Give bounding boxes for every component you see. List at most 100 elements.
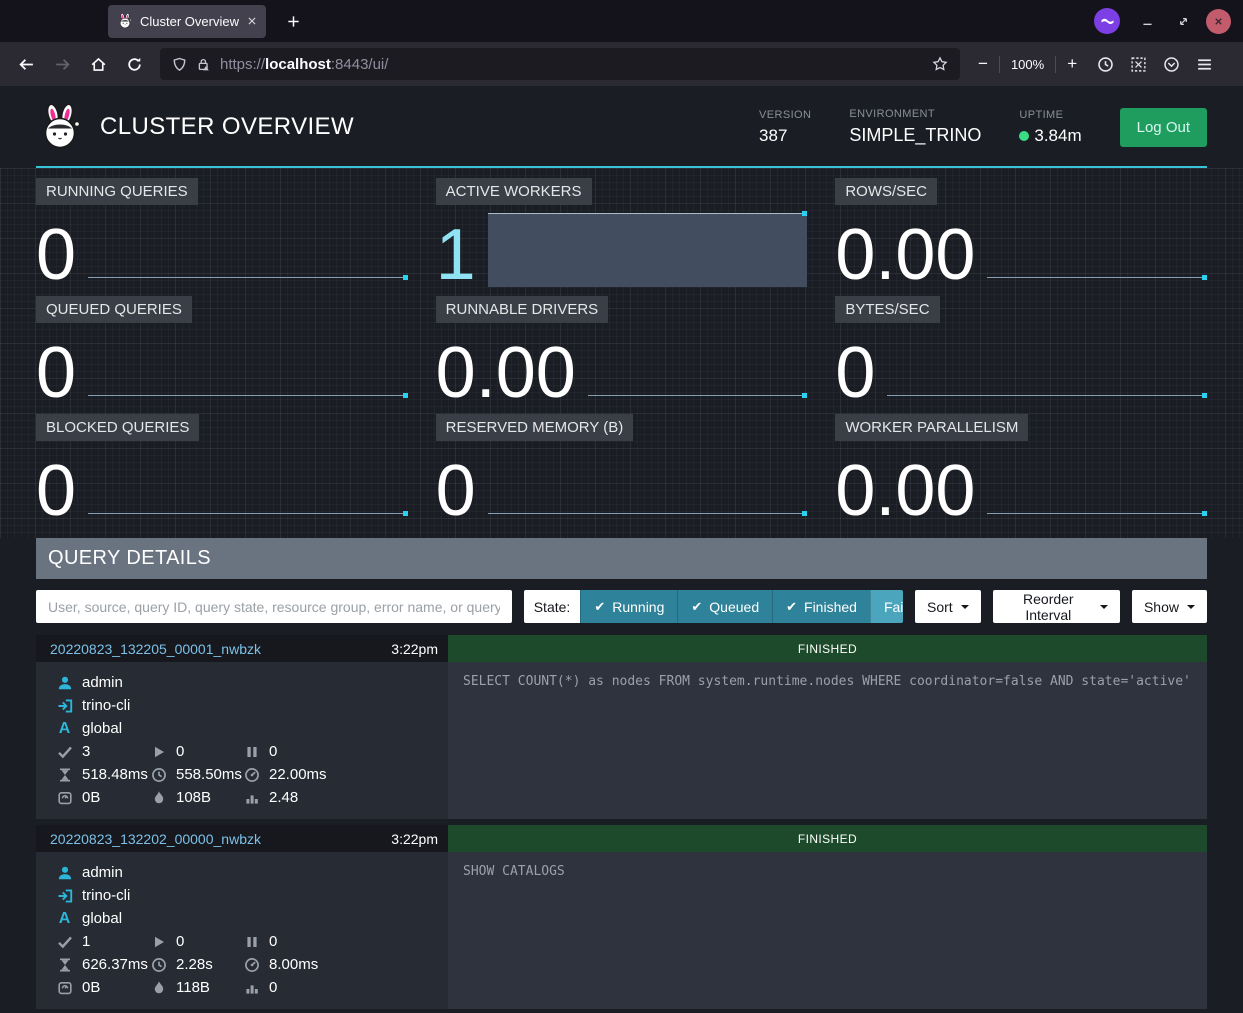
query-source: trino-cli xyxy=(82,887,130,904)
window-restore-button[interactable] xyxy=(1170,8,1196,34)
zoom-in-button[interactable]: + xyxy=(1067,54,1077,74)
cpu-time: 22.00ms xyxy=(269,766,327,783)
queued-splits: 0 xyxy=(269,743,277,760)
stat-card: ROWS/SEC 0.00 xyxy=(835,178,1207,290)
state-filter-running[interactable]: Running xyxy=(580,590,677,623)
trino-logo xyxy=(36,103,84,151)
stat-value: 0.00 xyxy=(835,460,975,523)
sparkline-line xyxy=(887,395,1203,396)
stat-sparkline xyxy=(488,447,808,523)
stat-card: WORKER PARALLELISM 0.00 xyxy=(835,414,1207,526)
cumulative-memory: 2.48 xyxy=(269,789,298,806)
bookmark-star-icon[interactable] xyxy=(932,56,948,72)
query-state-badge: FINISHED xyxy=(448,825,1207,852)
environment-label: ENVIRONMENT xyxy=(849,108,981,120)
sparkline-line xyxy=(488,513,804,514)
wall-time: 518.48ms xyxy=(82,766,148,783)
peak-memory-icon xyxy=(150,790,167,806)
stat-label: RUNNING QUERIES xyxy=(36,178,198,205)
uptime-label: UPTIME xyxy=(1019,109,1081,121)
stat-card: RUNNING QUERIES 0 xyxy=(36,178,408,290)
tab-close-icon[interactable] xyxy=(247,16,257,26)
query-time: 3:22pm xyxy=(391,641,438,657)
elapsed-time: 558.50ms xyxy=(176,766,242,783)
screenshot-icon[interactable] xyxy=(1130,56,1147,73)
show-dropdown[interactable]: Show xyxy=(1132,590,1207,623)
stat-card: QUEUED QUERIES 0 xyxy=(36,296,408,408)
query-sql-text[interactable]: SHOW CATALOGS xyxy=(448,852,1207,1009)
cumulative-memory: 0 xyxy=(269,979,277,996)
url-text[interactable]: https://localhost:8443/ui/ xyxy=(220,56,388,73)
query-id-link[interactable]: 20220823_132205_00001_nwbzk xyxy=(50,641,261,657)
caret-down-icon xyxy=(1187,605,1195,609)
elapsed-time: 2.28s xyxy=(176,956,213,973)
stat-value: 0 xyxy=(36,460,76,523)
zoom-out-button[interactable]: − xyxy=(978,54,988,74)
sparkline-endpoint-dot xyxy=(802,393,807,398)
window-close-button[interactable] xyxy=(1206,9,1231,34)
stat-label: RESERVED MEMORY (B) xyxy=(436,414,634,441)
pocket-icon[interactable] xyxy=(1163,56,1180,73)
sort-dropdown[interactable]: Sort xyxy=(915,590,981,623)
stat-label: RUNNABLE DRIVERS xyxy=(436,296,609,323)
sparkline-endpoint-dot xyxy=(1202,393,1207,398)
stats-section: RUNNING QUERIES 0 ACTIVE WORKERS 1 xyxy=(0,168,1243,538)
window-minimize-button[interactable] xyxy=(1134,8,1160,34)
sparkline-line xyxy=(588,395,804,396)
sparkline-endpoint-dot xyxy=(1202,511,1207,516)
stat-card: BYTES/SEC 0 xyxy=(835,296,1207,408)
resource-group-icon: A xyxy=(56,721,73,737)
trino-favicon xyxy=(117,13,133,29)
query-resource-group: global xyxy=(82,720,122,737)
browser-tabstrip: Cluster Overview - Trino xyxy=(0,0,1243,42)
stat-label: ACTIVE WORKERS xyxy=(436,178,592,205)
lock-warning-icon[interactable] xyxy=(196,57,211,72)
new-tab-button[interactable] xyxy=(286,14,301,29)
query-header: 20220823_132205_00001_nwbzk 3:22pm xyxy=(36,635,448,662)
running-splits: 0 xyxy=(176,933,184,950)
peak-memory: 108B xyxy=(176,789,211,806)
forward-button[interactable] xyxy=(46,49,78,79)
page-title: CLUSTER OVERVIEW xyxy=(100,113,759,141)
query-search-input[interactable] xyxy=(36,590,512,623)
stat-label: QUEUED QUERIES xyxy=(36,296,192,323)
sparkline-endpoint-dot xyxy=(802,511,807,516)
reload-button[interactable] xyxy=(118,49,150,79)
browser-tab[interactable]: Cluster Overview - Trino xyxy=(108,5,266,38)
stat-label: BLOCKED QUERIES xyxy=(36,414,199,441)
query-time: 3:22pm xyxy=(391,831,438,847)
query-user: admin xyxy=(82,864,123,881)
stat-value: 1 xyxy=(436,224,476,287)
home-button[interactable] xyxy=(82,49,114,79)
cumulative-memory-icon xyxy=(243,980,260,996)
current-memory: 0B xyxy=(82,789,100,806)
user-icon xyxy=(56,675,73,691)
sparkline-line xyxy=(987,513,1203,514)
url-bar[interactable]: https://localhost:8443/ui/ xyxy=(160,48,960,80)
sparkline-endpoint-dot xyxy=(403,275,408,280)
cpu-time-icon xyxy=(243,767,260,783)
version-info: VERSION 387 xyxy=(759,109,811,146)
query-sql-text[interactable]: SELECT COUNT(*) as nodes FROM system.run… xyxy=(448,662,1207,819)
menu-hamburger-icon[interactable] xyxy=(1196,56,1213,73)
stat-card: ACTIVE WORKERS 1 xyxy=(436,178,808,290)
reorder-interval-dropdown[interactable]: Reorder Interval xyxy=(993,590,1120,623)
logout-button[interactable]: Log Out xyxy=(1120,108,1207,147)
query-id-link[interactable]: 20220823_132202_00000_nwbzk xyxy=(50,831,261,847)
shield-icon[interactable] xyxy=(172,57,187,72)
sparkline-endpoint-dot xyxy=(802,211,807,216)
zoom-level[interactable]: 100% xyxy=(1011,57,1044,72)
state-filter-finished[interactable]: Finished xyxy=(772,590,870,623)
state-filter-queued[interactable]: Queued xyxy=(677,590,772,623)
private-browsing-icon xyxy=(1094,8,1120,34)
history-icon[interactable] xyxy=(1097,56,1114,73)
query-details-header: QUERY DETAILS xyxy=(36,538,1207,579)
stat-sparkline xyxy=(88,447,408,523)
back-button[interactable] xyxy=(10,49,42,79)
state-filter-failed-dropdown[interactable]: Failed xyxy=(870,590,903,623)
wall-time-icon xyxy=(56,767,73,783)
running-splits: 0 xyxy=(176,743,184,760)
stat-value: 0 xyxy=(36,342,76,405)
query-row: 20220823_132202_00000_nwbzk 3:22pm FINIS… xyxy=(36,825,1207,1009)
stat-value: 0.00 xyxy=(835,224,975,287)
